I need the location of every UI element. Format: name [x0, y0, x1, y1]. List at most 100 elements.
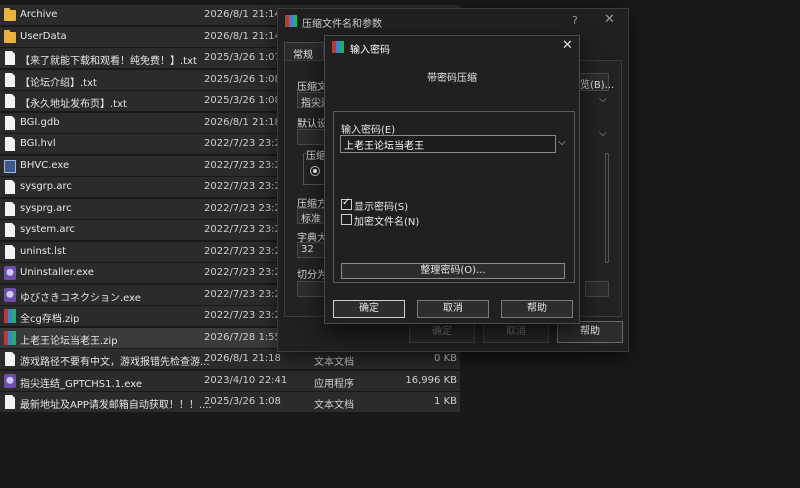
file-name: BGI.gdb — [20, 116, 60, 128]
cancel-button[interactable]: 取消 — [417, 300, 489, 318]
folder-icon — [4, 8, 16, 21]
winrar-icon — [285, 15, 297, 27]
file-type: 文本文档 — [314, 357, 354, 368]
file-date: 2023/4/10 22:41 — [204, 374, 288, 386]
file-name: sysgrp.arc — [20, 181, 72, 192]
password-value: 上老王论坛当老王 — [344, 141, 424, 152]
file-date: 2022/7/23 23:22 — [204, 181, 288, 192]
file-name: BHVC.exe — [20, 159, 70, 171]
encrypt-filenames-label[interactable]: 加密文件名(N) — [354, 213, 419, 228]
title-bar[interactable]: 输入密码 ✕ — [325, 36, 579, 58]
ok-button[interactable]: 确定 — [409, 321, 475, 343]
browse-button[interactable]: 览(B)... — [577, 73, 614, 91]
doc-icon — [5, 201, 15, 216]
doc-icon — [5, 352, 15, 366]
doc-icon — [5, 72, 15, 87]
file-name: sysprg.arc — [20, 202, 72, 214]
file-date: 2025/3/26 1:08 — [204, 73, 281, 85]
password-label: 输入密码(E) — [341, 125, 396, 136]
file-date: 2022/7/23 23:22 — [204, 310, 288, 321]
password-input[interactable]: 上老王论坛当老王 — [340, 135, 556, 153]
dict-value: 32 — [301, 244, 314, 255]
file-date: 2026/8/1 21:14 — [204, 30, 281, 42]
file-name: 【论坛介绍】.txt — [20, 77, 97, 89]
cancel-button[interactable]: 取消 — [483, 321, 549, 343]
file-size: 16,996 KB — [405, 374, 457, 386]
show-password-label[interactable]: 显示密码(S) — [354, 198, 408, 213]
dialog-title: 输入密码 — [350, 45, 390, 56]
file-date: 2026/8/1 21:14 — [204, 9, 281, 20]
file-row[interactable]: 最新地址及APP请发邮箱自动获取！！！.... 2025/3/26 1:08 文本文… — [0, 392, 460, 412]
file-name: 【永久地址发布页】.txt — [20, 99, 127, 110]
file-name: 【来了就能下载和观看！纯免费！】.txt — [20, 56, 197, 67]
file-size: 1 KB — [434, 396, 457, 407]
show-password-checkbox[interactable] — [341, 197, 352, 210]
password-dialog: 输入密码 ✕ 带密码压缩 输入密码(E) 上老王论坛当老王 ⌵ 显示密码(S) … — [324, 35, 580, 324]
exe-icon — [4, 159, 16, 173]
options-group-edge — [605, 153, 609, 263]
file-date: 2022/7/23 23:22 — [204, 202, 288, 214]
archive-name-label: 压缩文 — [297, 82, 327, 93]
doc-icon — [5, 115, 15, 130]
file-name: 全cg存档.zip — [20, 314, 80, 325]
file-name: system.arc — [20, 224, 75, 235]
close-icon[interactable]: ✕ — [562, 38, 573, 53]
help-button[interactable]: 帮助 — [501, 300, 573, 318]
ghost-icon — [4, 266, 16, 280]
close-icon[interactable]: ✕ — [604, 12, 615, 27]
file-date: 2026/7/28 1:55 — [204, 331, 281, 343]
tab-general[interactable]: 常规 — [284, 42, 324, 61]
file-type: 应用程序 — [314, 378, 354, 390]
doc-icon — [5, 180, 15, 194]
doc-icon — [5, 94, 15, 108]
file-row[interactable]: 指尖连结_GPTCHS1.1.exe 2023/4/10 22:41 应用程序 16,… — [0, 370, 460, 391]
file-name: UserData — [20, 30, 67, 42]
chevron-down-icon[interactable]: ⌵ — [599, 128, 607, 139]
file-date: 2022/7/23 23:22 — [204, 224, 288, 235]
help-icon[interactable]: ? — [572, 14, 578, 27]
doc-icon — [5, 223, 15, 237]
dialog-title: 压缩文件名和参数 — [302, 19, 382, 30]
ghost-icon — [4, 287, 16, 302]
chevron-down-icon[interactable]: ⌵ — [599, 94, 607, 105]
ok-button[interactable]: 确定 — [333, 300, 405, 318]
help-button[interactable]: 帮助 — [557, 321, 623, 343]
default-profile-label: 默认设 — [297, 119, 327, 130]
file-date: 2025/3/26 1:08 — [204, 95, 281, 106]
format-radio[interactable] — [310, 166, 320, 176]
doc-icon — [5, 395, 15, 409]
folder-icon — [4, 29, 16, 43]
file-date: 2022/7/23 23:22 — [204, 245, 288, 257]
organize-passwords-button[interactable]: 整理密码(O)... — [341, 263, 565, 279]
password-group: 输入密码(E) 上老王论坛当老王 ⌵ 显示密码(S) 加密文件名(N) 整理密码… — [333, 111, 575, 283]
file-name: Uninstaller.exe — [20, 267, 94, 278]
file-name: 游戏路径不要有中文，游戏报错先检查游... — [20, 357, 210, 368]
tab-general-label: 常规 — [293, 50, 313, 61]
method-value: 标准 — [301, 214, 321, 225]
file-name: BGI.hvl — [20, 138, 56, 149]
chevron-down-icon[interactable]: ⌵ — [558, 135, 570, 151]
doc-icon — [5, 51, 15, 65]
file-row[interactable]: 游戏路径不要有中文，游戏报错先检查游... 2026/8/1 21:18 文本文档 0… — [0, 349, 460, 369]
file-name: 指尖连结_GPTCHS1.1.exe — [20, 378, 142, 390]
file-date: 2026/8/1 21:18 — [204, 353, 281, 364]
winrar-icon — [332, 41, 344, 53]
file-date: 2022/7/23 23:22 — [204, 267, 288, 278]
doc-icon — [5, 244, 15, 259]
encrypt-filenames-checkbox[interactable] — [341, 214, 352, 225]
file-date: 2022/7/23 23:22 — [204, 288, 288, 300]
split-unit-select[interactable] — [585, 281, 609, 297]
file-date: 2022/7/23 23:22 — [204, 159, 288, 171]
doc-icon — [5, 137, 15, 151]
file-size: 0 KB — [434, 353, 457, 364]
ghost-icon — [4, 373, 16, 388]
split-label: 切分为 — [297, 270, 327, 281]
zip-icon — [4, 309, 16, 323]
file-name: 上老王论坛当老王.zip — [20, 335, 118, 347]
file-name: Archive — [20, 9, 58, 20]
title-bar[interactable]: 压缩文件名和参数 ? ✕ — [278, 9, 628, 35]
file-name: uninst.lst — [20, 245, 67, 257]
file-date: 2025/3/26 1:08 — [204, 396, 281, 407]
file-date: 2026/8/1 21:18 — [204, 116, 281, 128]
zip-icon — [4, 330, 16, 345]
